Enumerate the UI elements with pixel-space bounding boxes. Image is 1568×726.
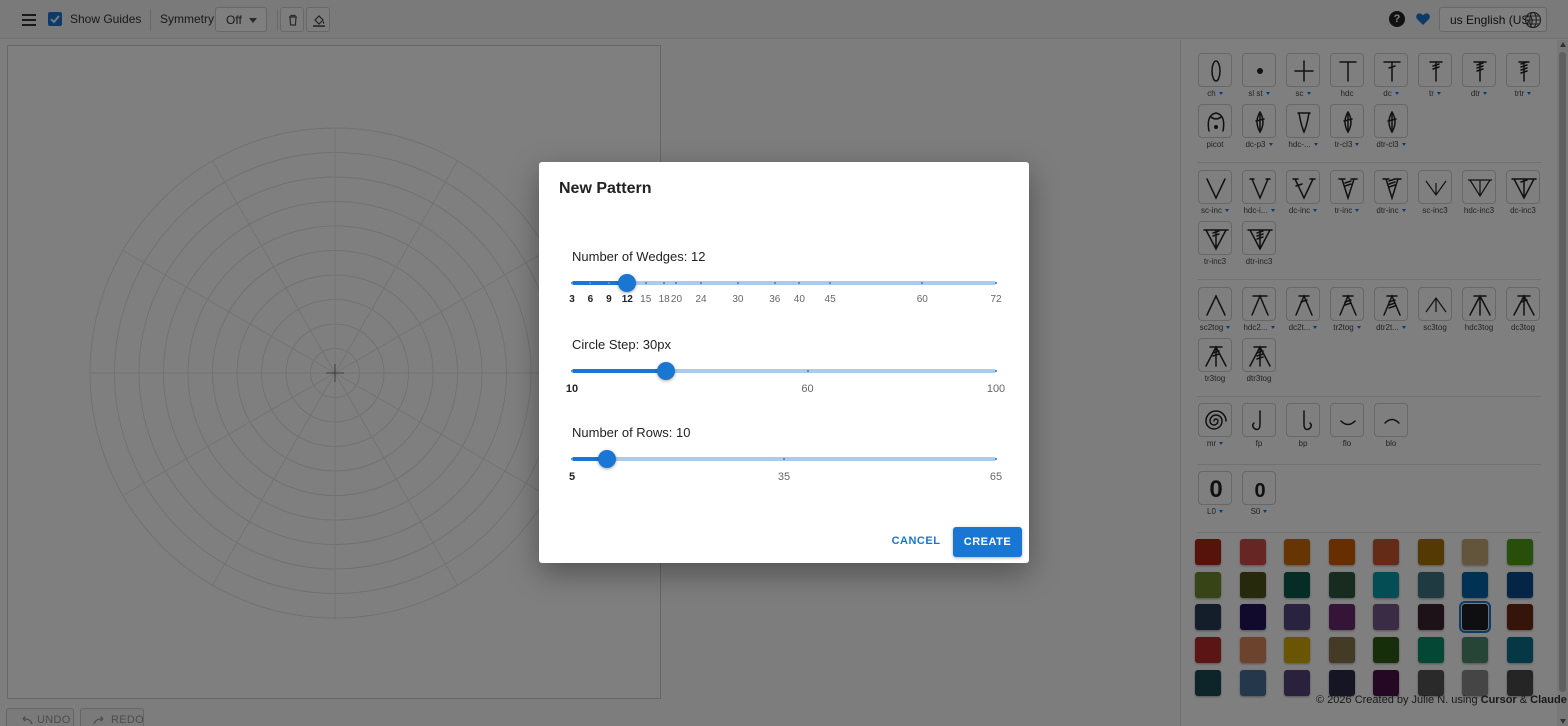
slider-thumb[interactable] (657, 362, 676, 380)
slider-tick-label: 3 (569, 294, 575, 305)
cancel-button[interactable]: CANCEL (891, 530, 941, 552)
slider-mark (663, 282, 666, 284)
slider-mark (773, 282, 776, 284)
slider-tick-label: 72 (990, 294, 1002, 305)
slider-tick-label: 9 (606, 294, 612, 305)
circle-step-slider[interactable] (571, 369, 997, 373)
slider-tick-label: 6 (587, 294, 594, 305)
slider-tick-label: 35 (777, 471, 791, 483)
slider-tick-label: 60 (801, 383, 814, 395)
slider-tick-label: 10 (565, 383, 579, 395)
slider-tick-label: 5 (568, 471, 576, 483)
slider-thumb[interactable] (618, 274, 637, 292)
slider-thumb[interactable] (598, 450, 617, 468)
slider-tick-label: 24 (695, 294, 707, 305)
slider-tick-label: 20 (670, 294, 683, 305)
slider-mark (995, 370, 997, 372)
rows-slider[interactable] (571, 457, 997, 461)
slider-fill (572, 369, 667, 373)
slider-mark (675, 282, 678, 284)
slider-mark (571, 370, 573, 372)
slider-mark (806, 370, 809, 372)
slider-mark (571, 458, 573, 460)
slider-mark (589, 282, 592, 284)
dialog-title: New Pattern (559, 180, 652, 197)
slider-tick-label: 40 (793, 294, 805, 305)
slider-mark (783, 458, 785, 460)
create-button[interactable]: CREATE (953, 527, 1022, 557)
slider-tick-label: 12 (621, 294, 633, 305)
slider-mark (607, 282, 610, 284)
slider-mark (700, 282, 703, 284)
slider-tick-label: 30 (732, 294, 744, 305)
circle-step-label: Circle Step: 30px (572, 337, 671, 352)
slider-tick-label: 45 (824, 294, 836, 305)
wedges-label: Number of Wedges: 12 (572, 249, 706, 264)
slider-mark (571, 282, 573, 284)
slider-tick-label: 36 (769, 294, 781, 305)
new-pattern-dialog: New Pattern Number of Wedges: 12 Circle … (539, 162, 1029, 563)
slider-mark (736, 282, 739, 284)
slider-tick-label: 60 (916, 294, 928, 305)
slider-mark (829, 282, 832, 284)
slider-tick-label: 65 (989, 471, 1003, 483)
slider-mark (644, 282, 647, 284)
slider-mark (798, 282, 801, 284)
rows-label: Number of Rows: 10 (572, 425, 691, 440)
slider-mark (995, 458, 997, 460)
slider-tick-label: 18 (658, 294, 670, 305)
slider-tick-label: 100 (986, 383, 1006, 395)
slider-mark (921, 282, 924, 284)
slider-tick-label: 15 (640, 294, 652, 305)
slider-mark (995, 282, 997, 284)
